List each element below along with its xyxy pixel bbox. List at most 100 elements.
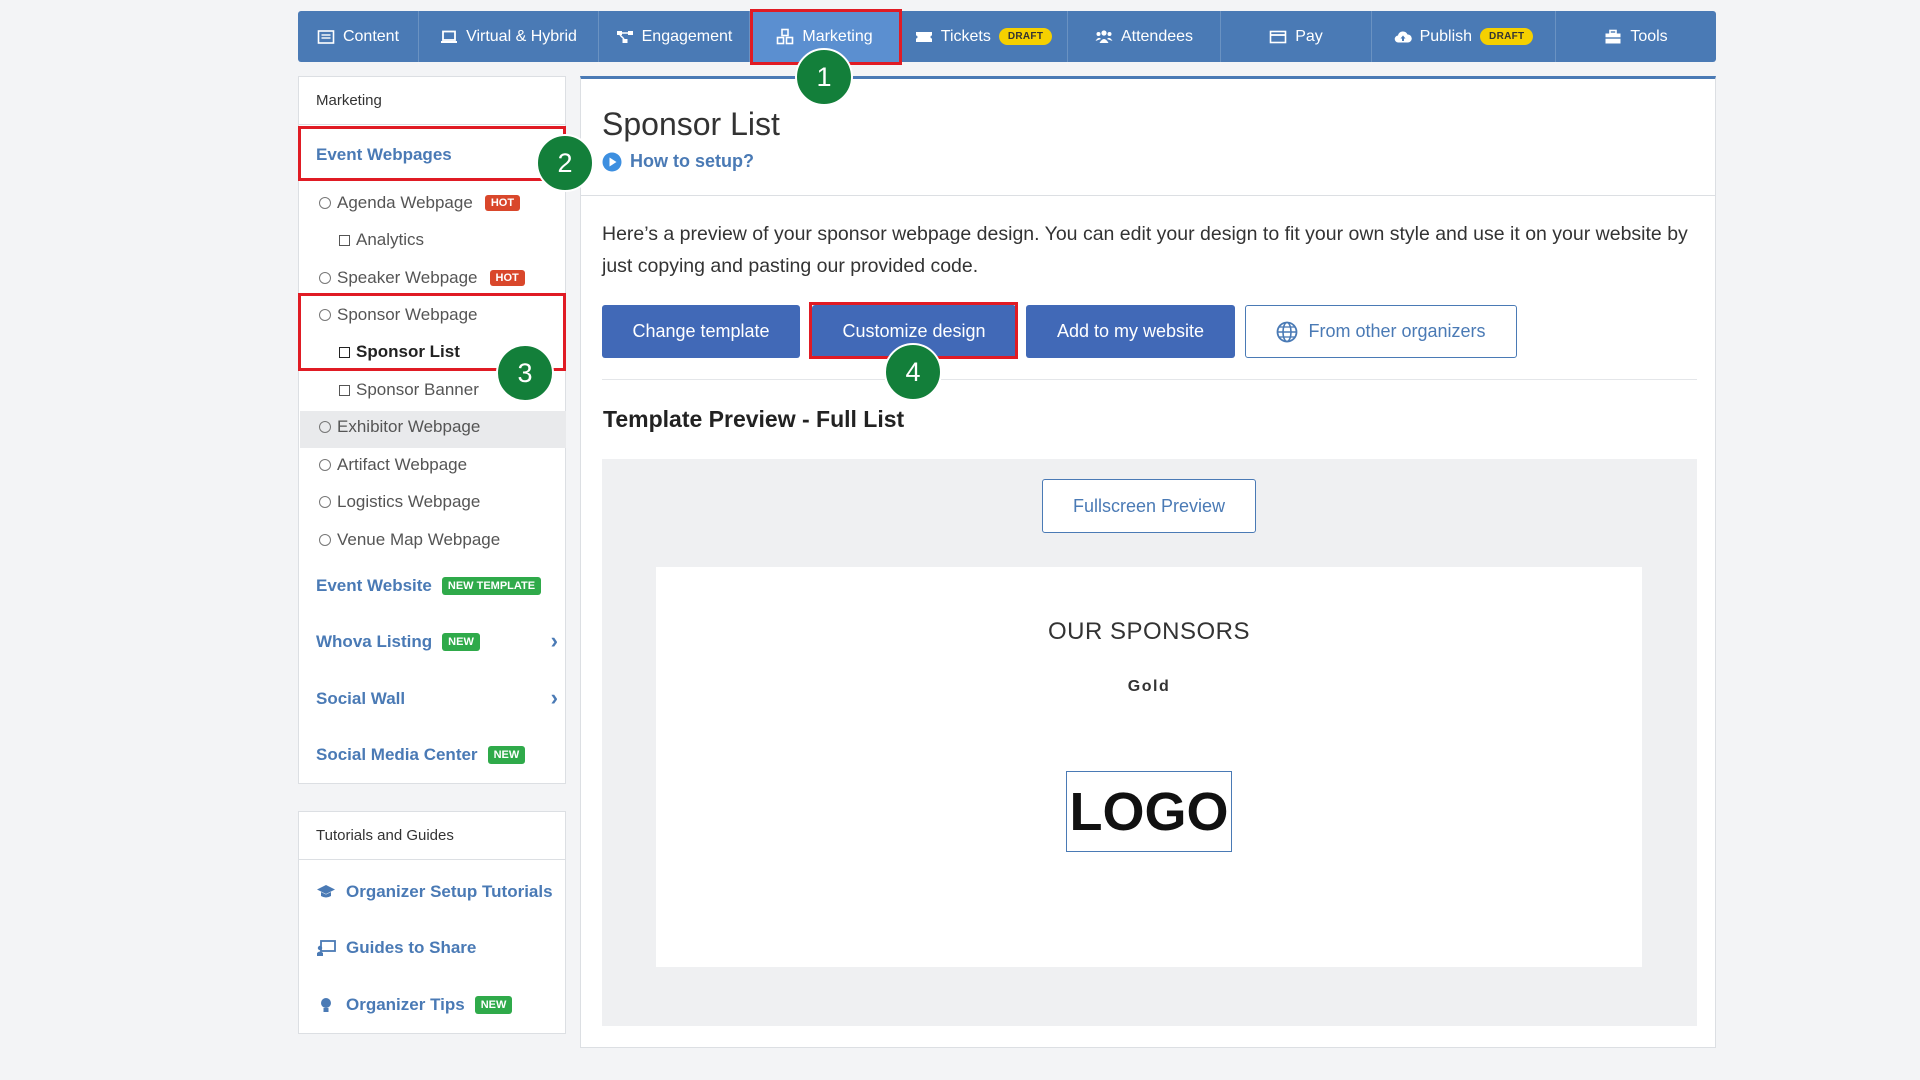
sidebar-item-analytics[interactable]: Analytics (339, 230, 424, 250)
card-icon (1269, 30, 1287, 43)
sidebar-item-label: Sponsor Webpage (337, 305, 478, 324)
tab-label: Engagement (641, 27, 733, 45)
draft-badge: DRAFT (1480, 28, 1534, 45)
sidebar-item-label: Logistics Webpage (337, 492, 481, 511)
sidebar-section-whova-listing[interactable]: Whova Listing NEW › (316, 628, 566, 653)
chevron-right-icon: › (550, 628, 558, 653)
laptop-icon (441, 30, 458, 43)
users-icon (1095, 29, 1113, 43)
ticket-icon (915, 31, 932, 42)
tab-engagement[interactable]: Engagement (599, 11, 750, 62)
sponsor-logo-placeholder[interactable]: LOGO (1066, 771, 1232, 852)
hot-badge: HOT (489, 270, 525, 286)
sidebar-section-social-wall[interactable]: Social Wall › (316, 685, 566, 710)
graduation-cap-icon (317, 885, 335, 898)
template-preview-area: Fullscreen Preview OUR SPONSORS Gold LOG… (602, 459, 1697, 1026)
globe-icon (1277, 321, 1298, 342)
tab-virtual-hybrid[interactable]: Virtual & Hybrid (419, 11, 599, 62)
divider (602, 379, 1697, 380)
sidebar: Marketing Event Webpages Agenda Webpage … (298, 76, 566, 784)
tutorial-label: Organizer Tips (346, 995, 465, 1014)
sidebar-section-event-webpages[interactable]: Event Webpages (316, 145, 452, 165)
tab-pay[interactable]: Pay (1221, 11, 1372, 62)
sidebar-item-sponsor-webpage[interactable]: Sponsor Webpage (319, 305, 478, 325)
add-to-website-button[interactable]: Add to my website (1026, 305, 1235, 358)
new-badge: NEW (474, 996, 513, 1014)
step-marker-4: 4 (884, 343, 942, 401)
sidebar-item-label: Agenda Webpage (337, 193, 473, 212)
new-badge: NEW (487, 746, 526, 764)
lightbulb-icon (321, 998, 331, 1012)
top-navigation: Content Virtual & Hybrid Engagement Mark… (298, 11, 1716, 62)
tab-label: Publish (1419, 27, 1473, 45)
tutorial-link-guides-to-share[interactable]: Guides to Share (316, 938, 476, 958)
cubes-icon (777, 28, 794, 44)
list-icon (317, 29, 335, 44)
tab-publish[interactable]: Publish DRAFT (1372, 11, 1556, 62)
step-marker-2: 2 (536, 134, 594, 192)
new-template-badge: NEW TEMPLATE (441, 577, 542, 595)
template-preview-heading: Template Preview - Full List (603, 406, 905, 432)
new-badge: NEW (442, 633, 480, 651)
tab-label: Tickets (940, 27, 991, 45)
section-label: Social Media Center (316, 745, 478, 764)
section-label: Social Wall (316, 689, 406, 708)
chevron-right-icon: › (550, 685, 558, 710)
network-icon (616, 30, 633, 43)
divider (581, 195, 1715, 196)
change-template-button[interactable]: Change template (602, 305, 800, 358)
section-label: Event Website (316, 576, 432, 595)
square-bullet-icon (339, 384, 350, 396)
tab-tickets[interactable]: Tickets DRAFT (900, 11, 1068, 62)
tab-attendees[interactable]: Attendees (1068, 11, 1221, 62)
sidebar-item-sponsor-list[interactable]: Sponsor List (339, 342, 460, 362)
circle-bullet-icon (319, 496, 331, 508)
square-bullet-icon (339, 234, 350, 246)
sidebar-item-exhibitor-webpage[interactable]: Exhibitor Webpage (319, 417, 480, 437)
fullscreen-preview-button[interactable]: Fullscreen Preview (1042, 479, 1256, 533)
sidebar-item-logistics-webpage[interactable]: Logistics Webpage (319, 492, 480, 512)
tutorial-link-organizer-tips[interactable]: Organizer Tips NEW (316, 995, 513, 1015)
step-marker-1: 1 (795, 48, 853, 106)
preview-title: OUR SPONSORS (1047, 618, 1251, 645)
tutorial-label: Guides to Share (346, 938, 477, 957)
circle-bullet-icon (319, 421, 331, 433)
how-to-setup-label: How to setup? (630, 151, 754, 171)
circle-bullet-icon (319, 272, 331, 284)
sidebar-item-agenda-webpage[interactable]: Agenda Webpage HOT (319, 193, 521, 213)
sidebar-item-artifact-webpage[interactable]: Artifact Webpage (319, 455, 467, 475)
page-title: Sponsor List (602, 106, 780, 142)
tutorials-heading: Tutorials and Guides (299, 812, 565, 860)
how-to-setup-link[interactable]: How to setup? (602, 151, 754, 172)
tab-label: Tools (1630, 27, 1668, 45)
presentation-icon (317, 940, 336, 956)
sidebar-section-event-website[interactable]: Event Website NEW TEMPLATE (316, 576, 542, 596)
sidebar-item-label: Artifact Webpage (337, 455, 468, 474)
sidebar-section-social-media-center[interactable]: Social Media Center NEW (316, 745, 526, 765)
main-content: Sponsor List How to setup? Here’s a prev… (580, 76, 1716, 1048)
sidebar-item-speaker-webpage[interactable]: Speaker Webpage HOT (319, 268, 525, 288)
circle-bullet-icon (319, 197, 331, 209)
sidebar-item-sponsor-banner[interactable]: Sponsor Banner (339, 380, 479, 400)
circle-bullet-icon (319, 534, 331, 546)
section-label: Whova Listing (316, 632, 433, 651)
sidebar-item-label: Analytics (356, 230, 425, 249)
from-other-organizers-button[interactable]: From other organizers (1245, 305, 1517, 358)
section-label: Event Webpages (316, 145, 452, 164)
sidebar-heading: Marketing (299, 77, 565, 125)
sponsor-preview-card: OUR SPONSORS Gold LOGO (656, 567, 1642, 967)
preview-tier-label: Gold (1127, 678, 1171, 695)
tutorial-label: Organizer Setup Tutorials (346, 882, 553, 901)
toolbox-icon (1605, 29, 1621, 43)
step-marker-3: 3 (496, 344, 554, 402)
tab-tools[interactable]: Tools (1556, 11, 1716, 62)
sidebar-item-venue-map-webpage[interactable]: Venue Map Webpage (319, 530, 500, 550)
square-bullet-icon (339, 346, 350, 358)
tab-label: Attendees (1120, 27, 1194, 45)
tutorials-panel: Tutorials and Guides Organizer Setup Tut… (298, 811, 566, 1034)
circle-bullet-icon (319, 459, 331, 471)
play-circle-icon (602, 152, 622, 171)
tutorial-link-organizer-setup[interactable]: Organizer Setup Tutorials (316, 882, 553, 902)
tab-content[interactable]: Content (298, 11, 419, 62)
button-label: From other organizers (1308, 321, 1486, 341)
